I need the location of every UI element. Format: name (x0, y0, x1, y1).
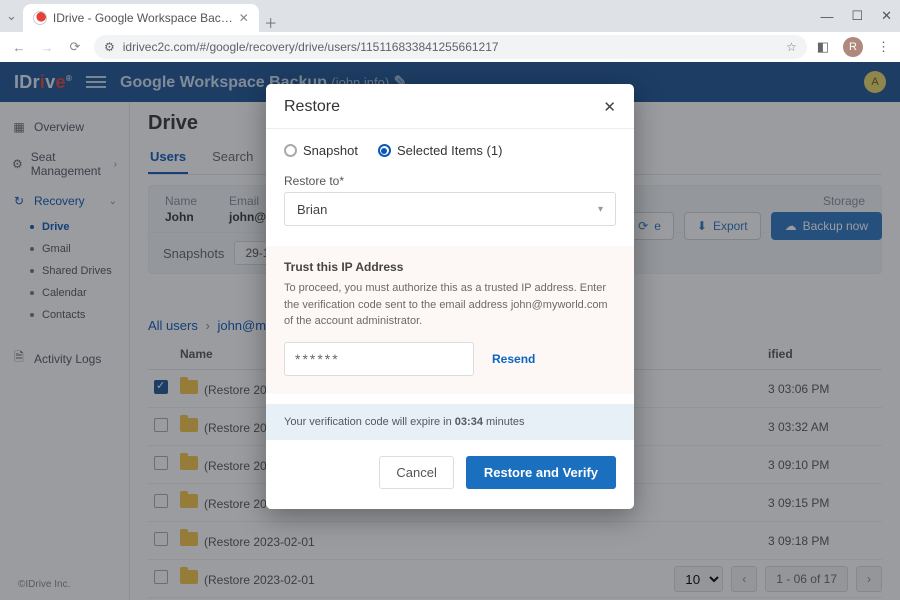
close-tab-icon[interactable]: ✕ (239, 11, 249, 25)
address-bar[interactable]: ⚙ idrivec2c.com/#/google/recovery/drive/… (94, 35, 807, 59)
verification-code-input[interactable] (284, 342, 474, 376)
window-maximize-icon[interactable]: ☐ (851, 8, 863, 24)
trust-message: To proceed, you must authorize this as a… (284, 280, 616, 330)
extensions-icon[interactable]: ◧ (817, 39, 829, 55)
cancel-button[interactable]: Cancel (379, 456, 453, 489)
radio-snapshot[interactable]: Snapshot (284, 143, 358, 158)
resend-link[interactable]: Resend (492, 352, 535, 366)
expiry-time: 03:34 (455, 416, 483, 428)
site-settings-icon[interactable]: ⚙ (104, 40, 115, 54)
trust-title: Trust this IP Address (284, 260, 616, 274)
restore-and-verify-button[interactable]: Restore and Verify (466, 456, 616, 489)
reload-icon[interactable]: ⟳ (66, 39, 84, 55)
chevron-down-icon: ▾ (598, 204, 603, 215)
bookmark-star-icon[interactable]: ☆ (786, 40, 797, 54)
trust-ip-panel: Trust this IP Address To proceed, you mu… (266, 246, 634, 394)
dropdown-arrow-icon[interactable]: ⌄ (6, 8, 17, 24)
window-minimize-icon[interactable]: — (820, 9, 833, 24)
favicon-icon (33, 11, 47, 25)
restore-modal: Restore ✕ Snapshot Selected Items (1) Re… (266, 84, 634, 509)
restore-to-value: Brian (297, 202, 327, 217)
restore-to-select[interactable]: Brian ▾ (284, 192, 616, 226)
browser-tab[interactable]: IDrive - Google Workspace Bac… ✕ (23, 4, 259, 32)
window-close-icon[interactable]: ✕ (881, 8, 892, 24)
url-text: idrivec2c.com/#/google/recovery/drive/us… (123, 40, 499, 54)
close-icon[interactable]: ✕ (603, 98, 616, 116)
expiry-notice: Your verification code will expire in 03… (266, 404, 634, 440)
new-tab-button[interactable]: ＋ (259, 13, 283, 32)
radio-icon (378, 144, 391, 157)
chrome-menu-icon[interactable]: ⋮ (877, 39, 890, 55)
radio-selected-items[interactable]: Selected Items (1) (378, 143, 503, 158)
radio-icon (284, 144, 297, 157)
forward-icon[interactable]: → (38, 40, 56, 55)
chrome-profile-avatar[interactable]: R (843, 37, 863, 57)
back-icon[interactable]: ← (10, 40, 28, 55)
modal-title: Restore (284, 98, 340, 116)
restore-to-label: Restore to* (284, 174, 616, 188)
modal-overlay: Restore ✕ Snapshot Selected Items (1) Re… (0, 62, 900, 600)
tab-title: IDrive - Google Workspace Bac… (53, 11, 233, 25)
